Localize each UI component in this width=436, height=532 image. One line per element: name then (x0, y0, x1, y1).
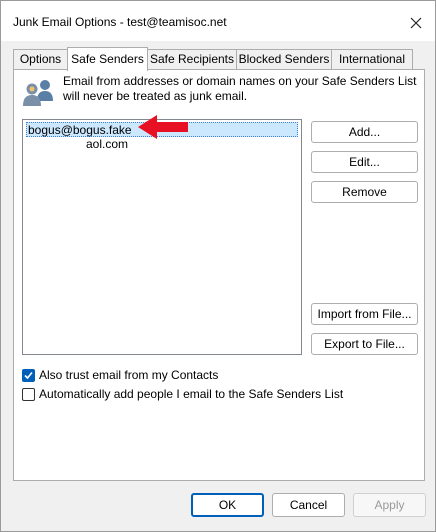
checkmark-icon (24, 371, 33, 379)
close-button[interactable] (401, 9, 431, 37)
add-button[interactable]: Add... (311, 121, 418, 143)
auto-add-checkbox-row[interactable]: Automatically add people I email to the … (22, 386, 343, 402)
export-to-file-button[interactable]: Export to File... (311, 333, 418, 355)
tab-safe-recipients[interactable]: Safe Recipients (147, 49, 237, 69)
list-item[interactable]: aol.com (86, 137, 128, 152)
ok-button[interactable]: OK (191, 493, 264, 517)
junk-email-options-dialog: Junk Email Options - test@teamisoc.net O… (0, 0, 436, 532)
apply-button: Apply (353, 493, 426, 517)
auto-add-label: Automatically add people I email to the … (39, 387, 344, 401)
window-title: Junk Email Options - test@teamisoc.net (13, 15, 227, 29)
safe-senders-list[interactable]: bogus@bogus.fake aol.com (22, 119, 302, 355)
contacts-icon (23, 80, 53, 106)
close-icon (410, 17, 422, 29)
import-from-file-button[interactable]: Import from File... (311, 303, 418, 325)
remove-button[interactable]: Remove (311, 181, 418, 203)
trust-contacts-checkbox-row[interactable]: Also trust email from my Contacts (22, 367, 218, 383)
trust-contacts-label: Also trust email from my Contacts (39, 368, 219, 382)
tab-international[interactable]: International (331, 49, 413, 69)
title-bar: Junk Email Options - test@teamisoc.net (1, 1, 435, 41)
tab-safe-senders[interactable]: Safe Senders (67, 47, 148, 71)
auto-add-checkbox[interactable] (22, 387, 35, 401)
safe-senders-description: Email from addresses or domain names on … (63, 74, 417, 103)
cancel-button[interactable]: Cancel (272, 493, 345, 517)
tab-options[interactable]: Options (13, 49, 68, 69)
red-arrow-annotation (138, 115, 188, 139)
tab-blocked-senders[interactable]: Blocked Senders (236, 49, 332, 69)
edit-button[interactable]: Edit... (311, 151, 418, 173)
trust-contacts-checkbox[interactable] (22, 368, 35, 382)
